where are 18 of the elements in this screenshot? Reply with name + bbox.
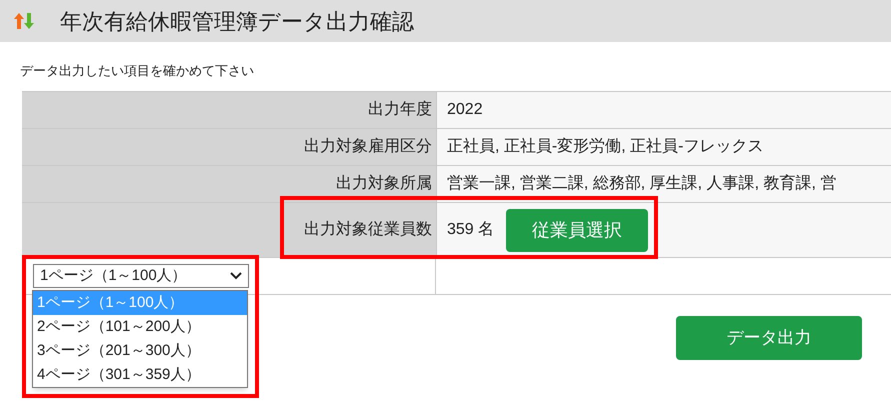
field-value: 正社員, 正社員-変形労働, 正社員-フレックス: [447, 136, 764, 157]
page-select[interactable]: 1ページ（1～100人）: [33, 264, 249, 288]
sort-arrows-icon: [12, 11, 36, 31]
dropdown-option[interactable]: 3ページ（201～300人）: [33, 339, 247, 363]
field-label: 出力対象従業員数: [22, 203, 436, 257]
field-label: 出力対象所属: [22, 166, 436, 202]
instruction-text: データ出力したい項目を確かめて下さい: [20, 63, 254, 79]
page-title: 年次有給休暇管理簿データ出力確認: [60, 8, 414, 36]
employee-select-button[interactable]: 従業員選択: [506, 208, 648, 252]
caret-icon: [230, 272, 242, 280]
export-button[interactable]: データ出力: [676, 316, 862, 360]
field-value: 営業一課, 営業二課, 総務部, 厚生課, 人事課, 教育課, 営: [447, 173, 836, 194]
employee-count: 359 名: [447, 220, 494, 240]
dropdown-option[interactable]: 2ページ（101～200人）: [33, 315, 247, 339]
dropdown-option[interactable]: 4ページ（301～359人）: [33, 363, 247, 387]
field-label: 出力年度: [22, 92, 436, 128]
field-label: 出力対象雇用区分: [22, 129, 436, 165]
field-value: 2022: [447, 100, 483, 120]
